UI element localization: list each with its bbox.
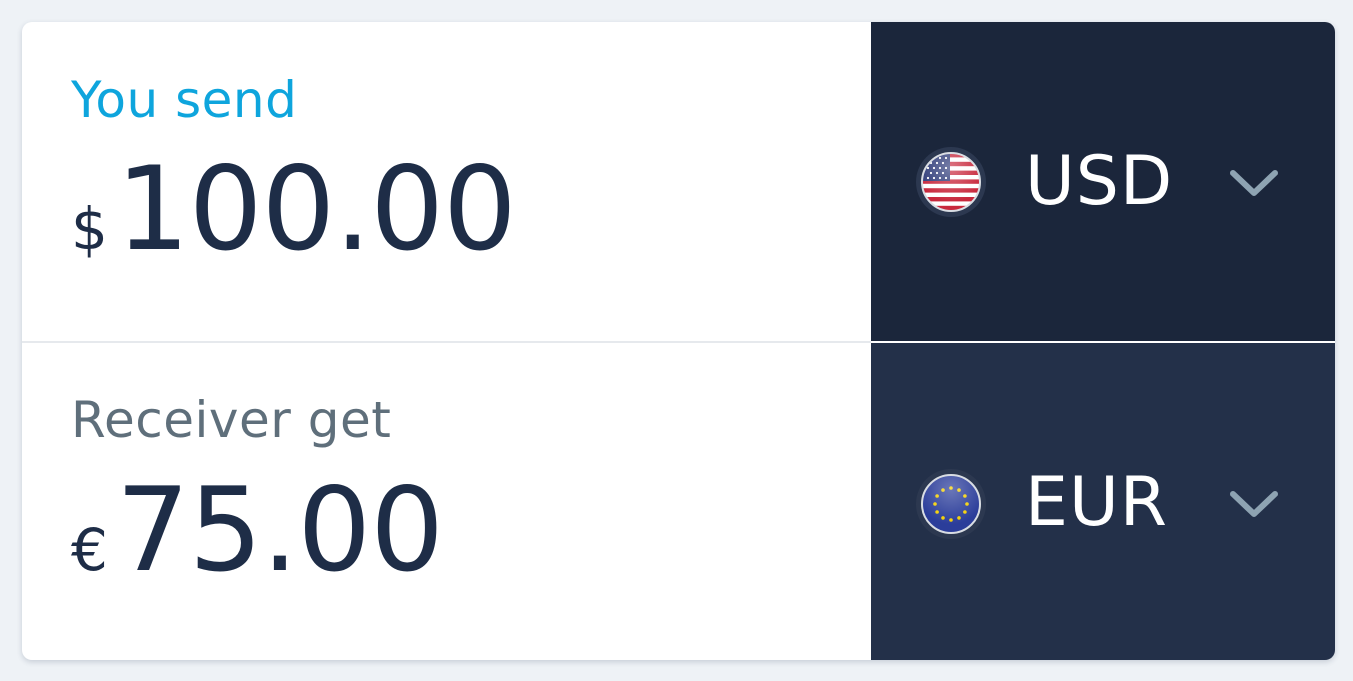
- receive-amount-value[interactable]: 75.00: [116, 473, 444, 589]
- send-amount-panel[interactable]: You send $100.00: [22, 22, 871, 341]
- chevron-down-icon: [1230, 170, 1278, 196]
- eu-flag-icon: [916, 469, 986, 539]
- send-currency-code: USD: [1025, 142, 1174, 221]
- send-row: You send $100.00 USD: [22, 22, 1335, 341]
- receive-amount-field[interactable]: €75.00: [71, 473, 444, 589]
- chevron-down-icon: [1230, 491, 1278, 517]
- send-currency-select[interactable]: USD: [871, 22, 1335, 341]
- us-flag-icon: [916, 147, 986, 217]
- send-currency-symbol: $: [71, 195, 108, 263]
- receive-currency-select[interactable]: EUR: [871, 343, 1335, 660]
- currency-converter-card: You send $100.00 USD Receiver get €75.00…: [22, 22, 1335, 660]
- send-label: You send: [71, 71, 298, 129]
- receive-amount-panel[interactable]: Receiver get €75.00: [22, 343, 871, 660]
- send-amount-value[interactable]: 100.00: [116, 152, 517, 268]
- send-amount-field[interactable]: $100.00: [71, 152, 517, 268]
- receive-currency-symbol: €: [71, 516, 108, 584]
- receive-row: Receiver get €75.00 EUR: [22, 343, 1335, 660]
- receive-label: Receiver get: [71, 391, 392, 449]
- receive-currency-code: EUR: [1025, 463, 1168, 542]
